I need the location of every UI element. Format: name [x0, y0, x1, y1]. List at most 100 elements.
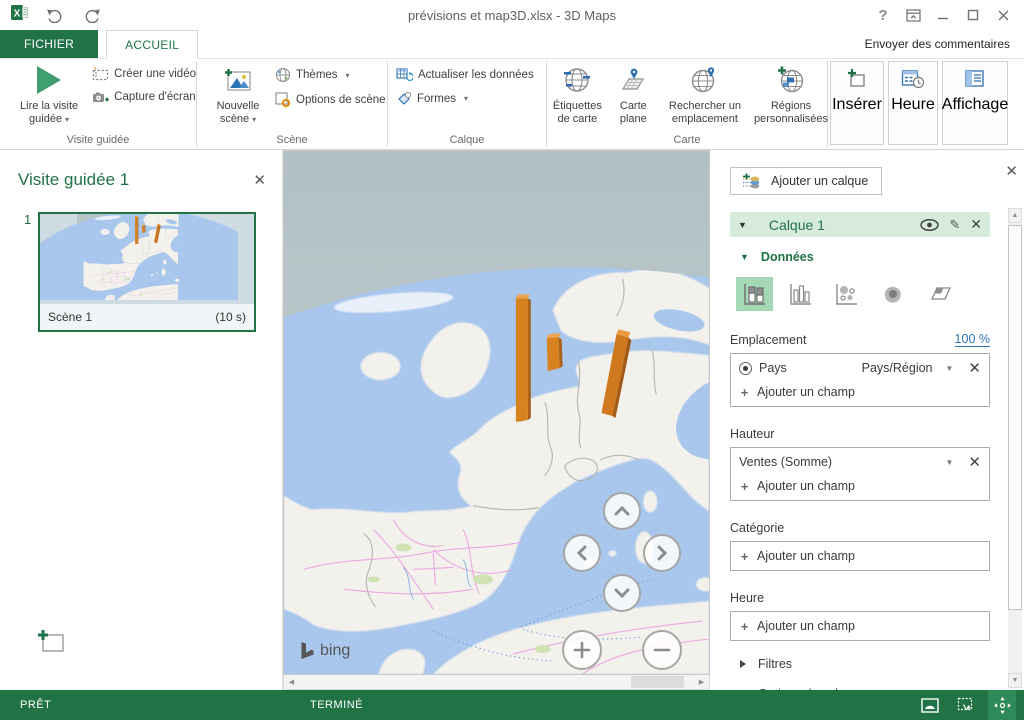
scene-options-button[interactable]: Options de scène [275, 92, 386, 108]
add-scene-button[interactable] [36, 628, 66, 654]
custom-regions-icon [775, 65, 807, 95]
time-button[interactable]: Heure [888, 61, 938, 145]
help-button[interactable]: ? [870, 4, 896, 26]
shapes-button[interactable]: Formes▾ [396, 91, 534, 106]
play-icon [37, 66, 61, 94]
eye-icon[interactable] [920, 219, 939, 231]
new-scene-icon [223, 67, 253, 93]
map-horizontal-scrollbar[interactable]: ◀ ▶ [283, 675, 710, 690]
add-field-row[interactable]: + Ajouter un champ [739, 614, 981, 638]
tour-panel-close-icon[interactable]: ✕ [253, 171, 266, 189]
undo-icon[interactable] [41, 4, 67, 26]
data-section-header[interactable]: ▼ Données [730, 250, 990, 264]
tab-accueil[interactable]: ACCUEIL [106, 30, 198, 59]
filters-section[interactable]: Filtres [730, 657, 990, 671]
video-icon [92, 67, 109, 81]
pencil-icon[interactable]: ✎ [949, 217, 960, 233]
shapes-icon [396, 91, 412, 106]
tilt-up-button[interactable] [603, 492, 641, 530]
group-label-calque: Calque [388, 134, 546, 149]
panel-vertical-scrollbar[interactable]: ▲ ▼ [1008, 208, 1022, 688]
screen-capture-button[interactable]: Capture d'écran [92, 90, 196, 104]
height-field-row[interactable]: Ventes (Somme) ▼ ✕ [739, 450, 981, 474]
location-field-row[interactable]: Pays Pays/Région ▼ ✕ [739, 356, 981, 380]
viz-stacked-column-icon[interactable] [736, 277, 773, 311]
scene-number: 1 [24, 212, 31, 227]
capture-screen-status-icon[interactable] [916, 690, 944, 720]
location-percent-link[interactable]: 100 % [955, 332, 990, 347]
maximize-button[interactable] [960, 4, 986, 26]
map-labels-icon [562, 65, 592, 95]
collapse-caret-icon[interactable]: ▼ [740, 252, 749, 262]
add-field-row[interactable]: + Ajouter un champ [739, 544, 981, 568]
selection-status-icon[interactable] [952, 690, 980, 720]
create-video-button[interactable]: Créer une vidéo [92, 67, 196, 81]
tour-panel: Visite guidée 1 ✕ 1 Scène 1 (10 s) [0, 150, 283, 690]
scroll-down-icon[interactable]: ▼ [1008, 673, 1022, 688]
find-location-button[interactable]: Rechercher un emplacement [659, 59, 751, 126]
height-field-box: Ventes (Somme) ▼ ✕ + Ajouter un champ [730, 447, 990, 501]
map-viewport[interactable]: bing [283, 150, 710, 675]
scroll-right-icon[interactable]: ▶ [694, 675, 709, 689]
time-field-box: + Ajouter un champ [730, 611, 990, 641]
dropdown-caret-icon[interactable]: ▼ [946, 458, 954, 467]
scrollbar-thumb[interactable] [1008, 225, 1022, 610]
viz-clustered-column-icon[interactable] [782, 277, 819, 311]
viz-heatmap-icon[interactable] [874, 277, 911, 311]
zoom-out-button[interactable] [642, 630, 682, 670]
add-field-row[interactable]: + Ajouter un champ [739, 380, 981, 404]
ribbon-tabs: FICHIER ACCUEIL Envoyer des commentaires [0, 30, 1024, 59]
scene-thumbnail[interactable]: Scène 1 (10 s) [38, 212, 256, 332]
custom-regions-button[interactable]: Régions personnalisées [755, 59, 827, 126]
group-label-carte: Carte [547, 134, 827, 149]
rotate-right-button[interactable] [643, 534, 681, 572]
view-button[interactable]: Affichage [942, 61, 1008, 145]
scrollbar-thumb[interactable] [631, 676, 684, 688]
dropdown-caret-icon: ▾ [65, 115, 69, 124]
refresh-data-button[interactable]: Actualiser les données [396, 67, 534, 82]
viz-bubble-icon[interactable] [828, 277, 865, 311]
collapse-caret-icon[interactable]: ▼ [738, 220, 747, 230]
app-window: prévisions et map3D.xlsx - 3D Maps X ? [0, 0, 1024, 720]
map-column: bing ◀ ▶ [283, 150, 710, 690]
zoom-in-button[interactable] [562, 630, 602, 670]
tab-fichier[interactable]: FICHIER [0, 30, 98, 58]
minimize-button[interactable] [930, 4, 956, 26]
status-ready: PRÊT [0, 699, 51, 711]
close-button[interactable] [990, 4, 1016, 26]
tilt-down-button[interactable] [603, 574, 641, 612]
layer-title: Calque 1 [769, 217, 825, 233]
remove-field-icon[interactable]: ✕ [968, 359, 981, 377]
radio-selected-icon[interactable] [739, 362, 752, 375]
plus-icon: + [739, 385, 750, 400]
visualization-type-row [730, 277, 990, 311]
insert-button[interactable]: Insérer [830, 61, 884, 145]
location-field-name: Pays [759, 361, 787, 375]
collapse-ribbon-icon[interactable] [900, 4, 926, 26]
layer-header[interactable]: ▼ Calque 1 ✎ ✕ [730, 212, 990, 237]
delete-layer-icon[interactable]: ✕ [970, 216, 982, 233]
map-labels-button[interactable]: Étiquettes de carte [547, 59, 608, 126]
themes-button[interactable]: Thèmes▾ [275, 67, 386, 83]
play-tour-button[interactable]: Lire la visite guidée▾ [8, 59, 90, 126]
redo-icon[interactable] [79, 4, 105, 26]
bing-icon [300, 641, 315, 660]
scrollbar-track[interactable] [1008, 223, 1022, 673]
viz-region-icon[interactable] [920, 277, 957, 311]
send-feedback-link[interactable]: Envoyer des commentaires [865, 30, 1024, 58]
remove-field-icon[interactable]: ✕ [968, 453, 981, 471]
expand-caret-icon [740, 660, 746, 668]
add-layer-button[interactable]: Ajouter un calque [730, 167, 882, 195]
new-scene-button[interactable]: Nouvelle scène▾ [207, 59, 269, 126]
scene-options-icon [275, 92, 291, 108]
location-type-value[interactable]: Pays/Région [862, 361, 933, 375]
layer-panel-close-icon[interactable]: ✕ [1005, 162, 1018, 180]
scroll-left-icon[interactable]: ◀ [284, 675, 299, 689]
layer-panel: ✕ Ajouter un calque ▼ Calque 1 ✎ ✕ ▼ Don… [710, 150, 1024, 690]
pan-mode-status-icon[interactable] [988, 690, 1016, 720]
add-field-row[interactable]: + Ajouter un champ [739, 474, 981, 498]
scroll-up-icon[interactable]: ▲ [1008, 208, 1022, 223]
flat-map-button[interactable]: Carte plane [612, 59, 655, 126]
rotate-left-button[interactable] [563, 534, 601, 572]
dropdown-caret-icon[interactable]: ▼ [946, 364, 954, 373]
